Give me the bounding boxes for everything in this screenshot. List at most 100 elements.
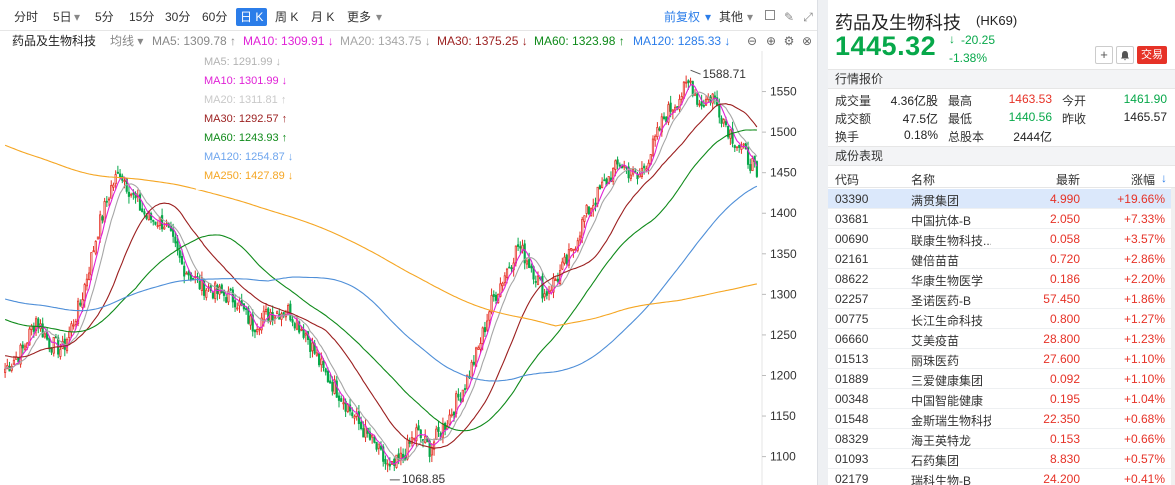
row-name: 石药集团	[911, 454, 960, 468]
candle-down	[384, 458, 387, 465]
candle-up	[581, 218, 584, 239]
candle-up	[43, 333, 46, 338]
alert-bell-button[interactable]	[1116, 46, 1134, 64]
candle-up	[735, 146, 739, 149]
row-change: +2.86%	[1123, 252, 1165, 266]
chevron-down-icon[interactable]: ▾	[373, 8, 385, 26]
table-row[interactable]: 03681 中国抗体-B 2.050 +7.33%	[828, 209, 1175, 229]
candle-down	[472, 361, 475, 365]
expand-icon[interactable]: ⤢	[800, 8, 816, 26]
gear-icon[interactable]: ⚙	[782, 34, 796, 48]
candle-down	[565, 254, 568, 264]
table-row[interactable]: 00348 中国智能健康 0.195 +1.04%	[828, 389, 1175, 409]
row-change: +1.04%	[1123, 392, 1165, 406]
candle-up	[742, 143, 745, 146]
col-header-price[interactable]: 最新	[1056, 171, 1080, 188]
candle-up	[264, 308, 268, 313]
candle-up	[163, 226, 166, 230]
chevron-down-icon[interactable]: ▾	[71, 8, 83, 26]
row-name: 长江生命科技	[911, 314, 984, 328]
down-arrow-icon: ↓	[949, 32, 955, 46]
period-tab-60min[interactable]: 60分	[202, 8, 227, 26]
row-code: 00690	[835, 232, 869, 246]
row-name: 瑞科生物-B	[911, 474, 972, 485]
table-row[interactable]: 08329 海王英特龙 0.153 +0.66%	[828, 429, 1175, 449]
candle-up	[96, 236, 100, 240]
table-row[interactable]: 02179 瑞科生物-B 24.200 +0.41%	[828, 469, 1175, 485]
row-change: +1.10%	[1123, 352, 1165, 366]
table-row[interactable]: 00690 联康生物科技... 0.058 +3.57%	[828, 229, 1175, 249]
candle-down	[417, 425, 420, 431]
candle-down	[225, 297, 228, 303]
row-name: 联康生物科技...	[911, 234, 991, 248]
table-row[interactable]: 01548 金斯瑞生物科技 22.350 +0.68%	[828, 409, 1175, 429]
table-row[interactable]: 08622 华康生物医学 0.186 +2.20%	[828, 269, 1175, 289]
ma-legend-item: MA10: 1301.99 ↓	[204, 75, 287, 87]
chevron-down-icon[interactable]: ▾	[702, 8, 714, 26]
ma10-value: MA10: 1309.91 ↓	[243, 34, 334, 48]
kline-chart[interactable]: 1100 1150 1200 1250 1300 1350 1400 1450 1500 1550…	[0, 51, 818, 485]
candle-up	[386, 463, 389, 466]
period-tab-5min[interactable]: 5分	[95, 8, 114, 26]
y-tick-label: 1100	[770, 450, 796, 464]
table-row[interactable]: 02161 健倍苗苗 0.720 +2.86%	[828, 249, 1175, 269]
candle-up	[23, 345, 27, 351]
period-tab-more[interactable]: 更多	[347, 8, 371, 26]
col-header-name[interactable]: 名称	[911, 171, 935, 188]
trade-button[interactable]: 交易	[1137, 46, 1167, 64]
row-price: 22.350	[1043, 412, 1080, 426]
candle-down	[245, 308, 248, 310]
candle-down	[21, 344, 24, 349]
fullscreen-icon[interactable]	[762, 8, 778, 26]
candle-down	[271, 312, 274, 321]
quote-panel: 药品及生物科技 (HK69) 1445.32 ↓ -20.25 -1.38% +…	[828, 0, 1175, 485]
col-header-code[interactable]: 代码	[835, 171, 859, 188]
ma-type-selector[interactable]: 均线 ▾	[110, 34, 143, 48]
table-row[interactable]: 03390 满贯集团 4.990 +19.66%	[828, 189, 1175, 209]
candle-down	[375, 441, 378, 450]
stat-value: 47.5亿	[902, 112, 938, 126]
ma120-value: MA120: 1285.33 ↓	[633, 34, 731, 48]
candle-down	[32, 325, 35, 332]
price-adjust-dropdown[interactable]: 前复权	[664, 8, 700, 26]
table-scrollbar[interactable]	[1171, 188, 1175, 485]
add-watchlist-button[interactable]: +	[1095, 46, 1113, 64]
row-code: 02161	[835, 252, 869, 266]
period-tab-15min[interactable]: 15分	[129, 8, 154, 26]
low-price-label: 1068.85	[402, 472, 446, 485]
minus-icon[interactable]: ⊖	[745, 34, 759, 48]
y-tick-label: 1500	[770, 125, 797, 139]
table-row[interactable]: 01093 石药集团 8.830 +0.57%	[828, 449, 1175, 469]
row-change: +1.27%	[1123, 312, 1165, 326]
col-header-change[interactable]: 涨幅	[1131, 171, 1155, 188]
plus-icon[interactable]: ⊕	[764, 34, 778, 48]
candle-up	[377, 443, 380, 449]
candle-up	[103, 201, 106, 223]
period-tab-weekly[interactable]: 周 K	[275, 8, 298, 26]
sort-down-icon[interactable]: ↓	[1161, 171, 1167, 185]
candle-down	[152, 219, 155, 222]
candle-down	[216, 284, 219, 294]
row-price: 0.800	[1049, 312, 1080, 326]
other-dropdown[interactable]: 其他	[719, 8, 743, 26]
candle-down	[603, 179, 606, 182]
candle-up	[578, 235, 582, 241]
chevron-down-icon[interactable]: ▾	[744, 8, 756, 26]
table-row[interactable]: 01889 三爱健康集团 0.092 +1.10%	[828, 369, 1175, 389]
period-tab-5day[interactable]: 5日	[53, 8, 72, 26]
period-tab-30min[interactable]: 30分	[165, 8, 190, 26]
period-tab-timeshare[interactable]: 分时	[14, 8, 38, 26]
ma-legend-item: MA20: 1311.81 ↑	[204, 94, 286, 106]
table-row[interactable]: 02257 圣诺医药-B 57.450 +1.86%	[828, 289, 1175, 309]
candle-down	[302, 329, 305, 338]
ma-legend-item: MA120: 1254.87 ↓	[204, 151, 293, 163]
table-row[interactable]: 01513 丽珠医药 27.600 +1.10%	[828, 349, 1175, 369]
table-row[interactable]: 00775 长江生命科技 0.800 +1.27%	[828, 309, 1175, 329]
period-tab-daily[interactable]: 日 K	[236, 8, 268, 26]
table-row[interactable]: 06660 艾美疫苗 28.800 +1.23%	[828, 329, 1175, 349]
close-icon[interactable]: ⊗	[800, 34, 814, 48]
candle-down	[459, 398, 462, 402]
draw-tool-icon[interactable]: ✎	[781, 8, 797, 26]
candle-up	[12, 359, 16, 365]
period-tab-monthly[interactable]: 月 K	[311, 8, 334, 26]
